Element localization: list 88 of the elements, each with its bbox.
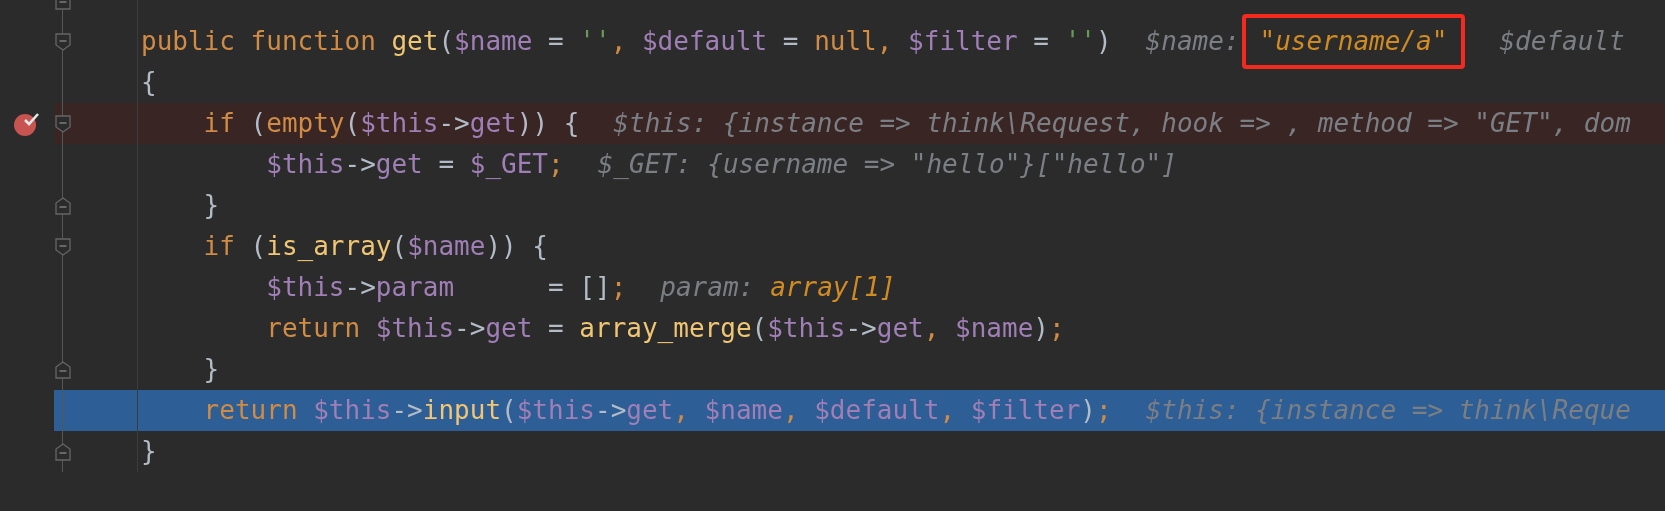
- code-punctuation: ;: [610, 271, 627, 304]
- code-variable: $this: [767, 312, 846, 345]
- inline-debug-hint: param:: [660, 271, 755, 304]
- code-keyword: public function: [141, 25, 377, 58]
- code-punctuation: (: [751, 312, 768, 345]
- fold-icon[interactable]: [55, 32, 71, 51]
- code-operator: =: [781, 25, 800, 58]
- code-punctuation: )) {: [516, 107, 580, 140]
- code-keyword: return: [202, 394, 299, 427]
- code-variable: $default: [641, 25, 768, 58]
- code-variable: $default: [814, 394, 940, 427]
- inline-debug-value: array[1]: [770, 271, 896, 304]
- code-variable: get: [485, 312, 533, 345]
- fold-icon[interactable]: [55, 442, 71, 461]
- code-punctuation: (: [391, 230, 408, 263]
- code-function-name: get: [391, 25, 439, 58]
- code-operator: =: [1032, 25, 1050, 58]
- code-function-name: array_merge: [579, 312, 752, 345]
- code-punctuation: ,: [673, 394, 690, 427]
- code-keyword: if: [202, 107, 236, 140]
- code-keyword: null: [814, 25, 877, 58]
- code-operator: =: [547, 312, 565, 345]
- code-punctuation: {: [141, 66, 157, 99]
- inline-debug-hint: $this: {instance => think\Request, hook => , method => "GET", dom: [613, 107, 1631, 140]
- code-punctuation: ,: [782, 394, 800, 427]
- code-variable: $name: [955, 312, 1034, 345]
- code-string: '': [1064, 25, 1096, 58]
- code-punctuation: ;: [1095, 394, 1112, 427]
- code-operator: ->: [595, 394, 627, 427]
- code-operator: ->: [391, 394, 423, 427]
- code-keyword: return: [265, 312, 362, 345]
- code-variable: get: [375, 148, 423, 181]
- code-punctuation: ,: [939, 394, 957, 427]
- code-variable: $filter: [970, 394, 1081, 427]
- code-variable: $filter: [908, 25, 1018, 58]
- code-variable: $this: [375, 312, 455, 345]
- code-punctuation: ;: [1049, 312, 1065, 345]
- code-variable: get: [626, 394, 674, 427]
- fold-icon[interactable]: [55, 237, 71, 256]
- code-keyword: if: [202, 230, 236, 263]
- code-function-name: input: [422, 394, 502, 427]
- code-variable: $this: [360, 107, 439, 140]
- code-punctuation: ,: [923, 312, 941, 345]
- code-punctuation: }: [202, 189, 220, 222]
- code-operator: ->: [438, 107, 470, 140]
- code-punctuation: (: [438, 25, 455, 58]
- code-operator: ->: [344, 148, 376, 181]
- code-punctuation: (: [250, 107, 267, 140]
- inline-debug-value: "username/a": [1259, 26, 1448, 56]
- code-operator: =: [547, 25, 565, 58]
- code-variable: $name: [454, 25, 533, 58]
- code-punctuation: }: [202, 353, 220, 386]
- fold-icon[interactable]: [55, 196, 71, 215]
- code-punctuation: }: [141, 435, 157, 468]
- code-operator: ->: [845, 312, 877, 345]
- code-variable: get: [876, 312, 924, 345]
- code-variable: $_GET: [469, 148, 549, 181]
- code-variable: get: [469, 107, 517, 140]
- code-variable: param: [375, 271, 455, 304]
- code-variable: $name: [704, 394, 783, 427]
- inline-debug-hint: $name:: [1145, 25, 1240, 58]
- code-string: '': [579, 25, 611, 58]
- code-punctuation: (: [501, 394, 517, 427]
- code-punctuation: (: [250, 230, 267, 263]
- inline-debug-hint: $_GET: {username => "hello"}["hello"]: [597, 148, 1177, 181]
- code-variable: $this: [265, 148, 345, 181]
- code-punctuation: ): [1080, 394, 1096, 427]
- code-function-name: is_array: [266, 230, 392, 263]
- code-operator: ->: [344, 271, 376, 304]
- code-punctuation: ): [1033, 312, 1049, 345]
- code-variable: $this: [313, 394, 392, 427]
- code-variable: $this: [516, 394, 595, 427]
- fold-icon[interactable]: [55, 114, 71, 133]
- code-operator: =: [437, 148, 456, 181]
- code-operator: ->: [454, 312, 486, 345]
- code-punctuation: ): [1095, 25, 1112, 58]
- code-variable: $this: [265, 271, 345, 304]
- inline-debug-hint: $default: [1499, 25, 1625, 58]
- code-punctuation: ;: [548, 148, 564, 181]
- code-punctuation: )) {: [485, 230, 549, 263]
- fold-icon[interactable]: [55, 360, 71, 379]
- code-keyword: empty: [266, 107, 345, 140]
- code-operator: = []: [547, 271, 611, 304]
- code-punctuation: ,: [876, 25, 894, 58]
- code-punctuation: ,: [610, 25, 628, 58]
- inline-debug-hint: $this: {instance => think\Reque: [1145, 394, 1631, 427]
- code-variable: $name: [407, 230, 486, 263]
- code-punctuation: (: [344, 107, 361, 140]
